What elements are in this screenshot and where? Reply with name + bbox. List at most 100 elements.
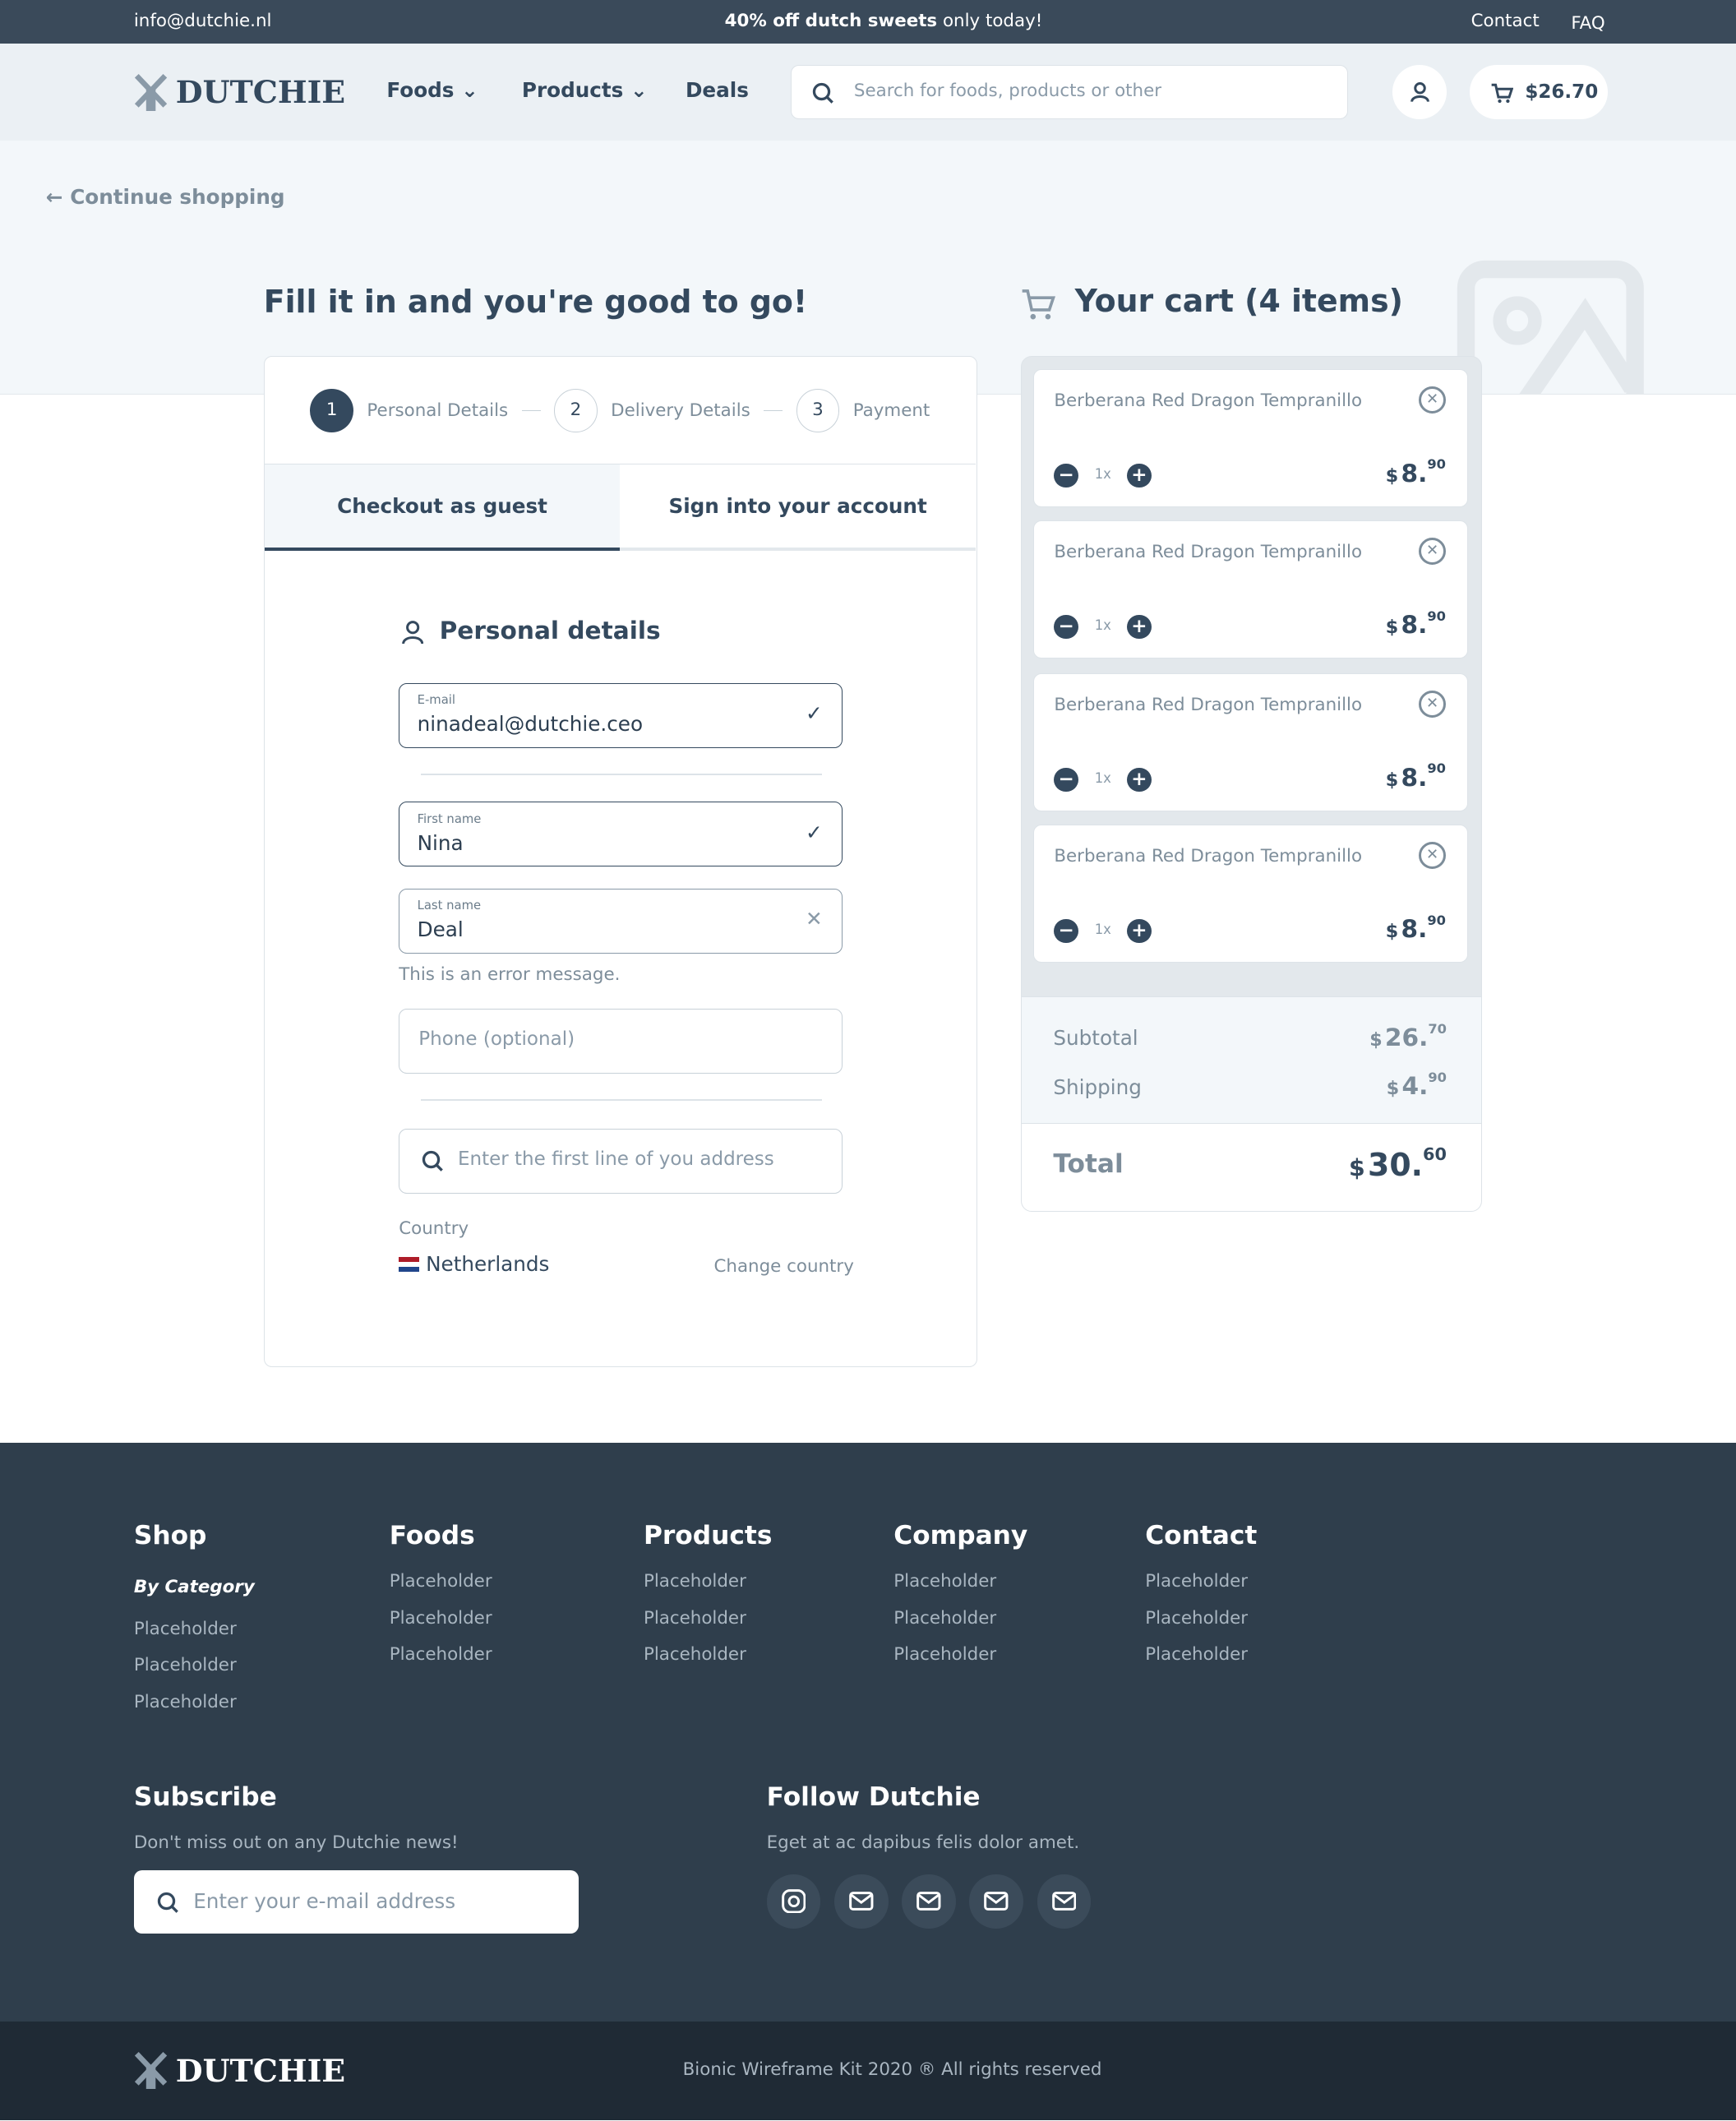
footer-col-title: Products — [643, 1521, 773, 1551]
check-icon: ✓ — [806, 820, 823, 844]
clear-icon[interactable]: ✕ — [806, 907, 823, 931]
contact-link[interactable]: Contact — [1471, 11, 1540, 31]
search-icon — [812, 82, 833, 104]
top-bar: info@dutchie.nl 40% off dutch sweets onl… — [0, 0, 1736, 44]
instagram-icon[interactable] — [766, 1874, 821, 1929]
footer-link[interactable]: Placeholder — [1145, 1608, 1248, 1629]
cart-icon — [1491, 84, 1513, 104]
divider — [420, 1099, 823, 1101]
footer-col-title: Shop — [133, 1521, 207, 1551]
item-price: $8.90 — [1385, 760, 1446, 792]
minus-icon[interactable]: − — [1054, 463, 1078, 488]
remove-item-icon[interactable]: ✕ — [1419, 842, 1446, 869]
logo[interactable]: DUTCHIE — [134, 73, 345, 111]
minus-icon[interactable]: − — [1054, 918, 1078, 944]
country-value: Netherlands — [399, 1252, 549, 1276]
footer-link[interactable]: Placeholder — [1145, 1644, 1248, 1665]
remove-item-icon[interactable]: ✕ — [1419, 690, 1446, 718]
minus-icon[interactable]: − — [1054, 614, 1078, 640]
logo-text: DUTCHIE — [175, 73, 346, 111]
footer-link[interactable]: Placeholder — [134, 1619, 237, 1639]
contact-email[interactable]: info@dutchie.nl — [134, 11, 272, 31]
account-button[interactable] — [1392, 64, 1447, 119]
mail-icon[interactable] — [902, 1874, 956, 1929]
mail-icon[interactable] — [1037, 1874, 1092, 1929]
stepper: 1 Personal Details 2 Delivery Details 3 … — [265, 357, 976, 465]
nav-deals[interactable]: Deals — [686, 78, 749, 102]
subtotal-value: $26.70 — [1369, 1020, 1447, 1052]
subscribe-text: Don't miss out on any Dutchie news! — [133, 1832, 459, 1853]
checkout-title: Fill it in and you're good to go! — [263, 284, 808, 321]
minus-icon[interactable]: − — [1054, 767, 1078, 792]
footer-link[interactable]: Placeholder — [1145, 1571, 1248, 1592]
total-label: Total — [1053, 1149, 1124, 1180]
item-price: $8.90 — [1385, 456, 1446, 488]
email-field[interactable]: E-mail ninadeal@dutchie.ceo ✓ — [399, 682, 843, 748]
follow-text: Eget at ac dapibus felis dolor amet. — [766, 1832, 1080, 1853]
last-name-field[interactable]: Last name Deal ✕ — [399, 888, 843, 954]
nav-products[interactable]: Products ⌄ — [522, 78, 648, 102]
promo-text: only today! — [937, 11, 1043, 32]
user-icon — [1410, 81, 1429, 102]
error-message: This is an error message. — [399, 963, 621, 985]
netherlands-flag-icon — [399, 1256, 419, 1272]
footer-link[interactable]: Placeholder — [893, 1608, 996, 1629]
step-3-label[interactable]: Payment — [853, 400, 930, 421]
subscribe-email-input[interactable]: Enter your e-mail address — [133, 1869, 579, 1934]
footer-link[interactable]: Placeholder — [390, 1571, 492, 1592]
cart-item: Berberana Red Dragon Tempranillo ✕ − 1x … — [1032, 369, 1469, 507]
remove-item-icon[interactable]: ✕ — [1419, 538, 1446, 565]
step-1-label[interactable]: Personal Details — [367, 400, 508, 421]
faq-link[interactable]: FAQ — [1571, 13, 1604, 34]
step-divider — [521, 409, 541, 412]
cart-item: Berberana Red Dragon Tempranillo ✕ − 1x … — [1032, 673, 1469, 811]
cart-icon — [1022, 289, 1055, 320]
cart-button[interactable]: $26.70 — [1469, 64, 1608, 119]
footer-link[interactable]: Placeholder — [893, 1571, 996, 1592]
footer-col-title: Foods — [389, 1521, 475, 1551]
remove-item-icon[interactable]: ✕ — [1419, 386, 1446, 414]
change-country-link[interactable]: Change country — [713, 1256, 853, 1277]
continue-shopping-link[interactable]: ← Continue shopping — [46, 185, 285, 209]
footer-logo[interactable]: DUTCHIE — [134, 2051, 345, 2090]
plus-icon[interactable]: + — [1127, 918, 1152, 944]
step-3-number[interactable]: 3 — [796, 389, 840, 432]
mail-icon[interactable] — [833, 1874, 889, 1929]
shipping-value: $4.90 — [1386, 1070, 1447, 1101]
footer-link[interactable]: Placeholder — [390, 1644, 492, 1665]
image-placeholder-icon — [1457, 260, 1644, 395]
plus-icon[interactable]: + — [1127, 463, 1152, 488]
footer-col-subtitle: By Category — [133, 1576, 255, 1597]
footer-link[interactable]: Placeholder — [893, 1644, 996, 1665]
phone-field[interactable]: Phone (optional) — [399, 1009, 843, 1074]
shipping-label: Shipping — [1053, 1074, 1142, 1099]
step-2-number[interactable]: 2 — [554, 389, 598, 432]
footer-link[interactable]: Placeholder — [644, 1644, 746, 1665]
subscribe-title: Subscribe — [133, 1781, 277, 1812]
windmill-icon — [134, 2052, 168, 2090]
footer-link[interactable]: Placeholder — [644, 1571, 746, 1592]
step-1-number[interactable]: 1 — [310, 389, 353, 432]
search-input[interactable]: Search for foods, products or other — [791, 64, 1348, 119]
footer-link[interactable]: Placeholder — [390, 1608, 492, 1629]
item-quantity: 1x — [1094, 922, 1111, 938]
footer-link[interactable]: Placeholder — [134, 1692, 237, 1712]
promo-bold: 40% off dutch sweets — [724, 11, 938, 32]
footer-link[interactable]: Placeholder — [134, 1655, 237, 1675]
total-value: $30.60 — [1349, 1144, 1447, 1183]
check-icon: ✓ — [806, 701, 823, 726]
address-search-field[interactable]: Enter the first line of you address — [399, 1129, 843, 1195]
cart-total: $26.70 — [1525, 81, 1599, 103]
plus-icon[interactable]: + — [1127, 767, 1152, 792]
follow-title: Follow Dutchie — [766, 1781, 981, 1812]
tab-sign-in[interactable]: Sign into your account — [620, 463, 976, 552]
first-name-field[interactable]: First name Nina ✓ — [399, 802, 843, 867]
step-2-label[interactable]: Delivery Details — [611, 400, 750, 421]
tab-checkout-guest[interactable]: Checkout as guest — [264, 463, 621, 552]
chevron-down-icon: ⌄ — [461, 78, 478, 103]
plus-icon[interactable]: + — [1127, 614, 1152, 640]
item-price: $8.90 — [1385, 912, 1446, 943]
nav-foods[interactable]: Foods ⌄ — [386, 78, 478, 102]
mail-icon[interactable] — [969, 1874, 1024, 1929]
footer-link[interactable]: Placeholder — [644, 1608, 746, 1629]
